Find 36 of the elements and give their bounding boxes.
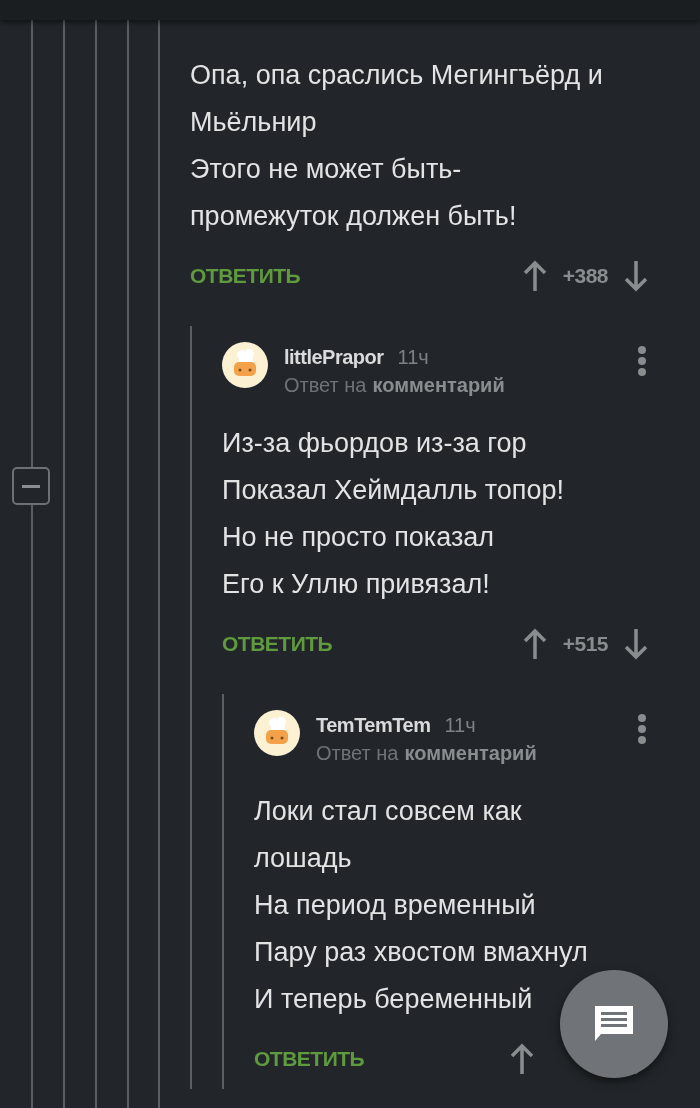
more-icon[interactable] bbox=[638, 346, 646, 376]
comment-text: Из-за фьордов из-за гор bbox=[222, 427, 528, 460]
comment-time: 11ч bbox=[444, 713, 476, 738]
upvote-icon[interactable] bbox=[510, 1043, 534, 1075]
avatar-icon[interactable] bbox=[254, 710, 300, 756]
rating-count: +388 bbox=[562, 263, 608, 290]
reply-to-label: Ответ на bbox=[316, 741, 399, 766]
reply-button[interactable]: ОТВЕТИТЬ bbox=[254, 1043, 365, 1075]
author-name[interactable]: littlePrapor bbox=[284, 342, 384, 372]
comment-text: Его к Уллю привязал! bbox=[222, 568, 491, 601]
more-icon[interactable] bbox=[638, 714, 646, 744]
comment-text: Мьёльнир bbox=[190, 106, 318, 139]
upvote-icon[interactable] bbox=[522, 260, 547, 292]
comment-text: Опа, опа сраслись Мегингъёрд и bbox=[190, 59, 604, 92]
collapse-button[interactable] bbox=[12, 467, 50, 505]
reply-to-link[interactable]: комментарий bbox=[404, 738, 537, 768]
reply-button[interactable]: ОТВЕТИТЬ bbox=[222, 628, 333, 660]
comment-text: Показал Хеймдалль топор! bbox=[222, 474, 565, 507]
comment-text: промежуток должен быть! bbox=[190, 200, 518, 233]
reply-button[interactable]: ОТВЕТИТЬ bbox=[190, 260, 301, 292]
reply-to-link[interactable]: комментарий bbox=[372, 370, 505, 400]
rating-count: +515 bbox=[562, 631, 608, 658]
comment-text: На период временный bbox=[254, 889, 537, 922]
comment-text: Этого не может быть- bbox=[190, 153, 463, 186]
comment-text: И теперь беременный bbox=[254, 983, 534, 1016]
downvote-icon[interactable] bbox=[624, 260, 648, 292]
comment-text: лошадь bbox=[254, 842, 353, 875]
comment-text: Но не просто показал bbox=[222, 521, 496, 554]
comment-text: Локи стал совсем как bbox=[254, 795, 523, 828]
comment-time: 11ч bbox=[397, 345, 429, 370]
comment-text: Пару раз хвостом вмахнул bbox=[254, 936, 589, 969]
author-name[interactable]: TemTemTem bbox=[316, 710, 431, 740]
upvote-icon[interactable] bbox=[522, 628, 547, 660]
downvote-icon[interactable] bbox=[624, 628, 648, 660]
reply-to-label: Ответ на bbox=[284, 373, 367, 398]
avatar-icon[interactable] bbox=[222, 342, 268, 388]
